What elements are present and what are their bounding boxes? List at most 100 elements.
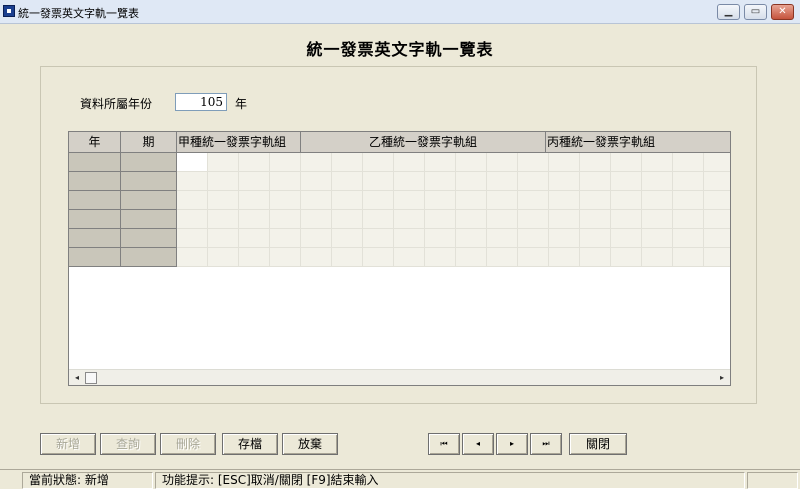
grid-cell[interactable]: [270, 248, 301, 267]
header-group-a[interactable]: 甲種統一發票字軌組: [177, 132, 301, 153]
grid-cell[interactable]: [270, 210, 301, 229]
grid-cell[interactable]: [301, 153, 332, 172]
grid-cell[interactable]: [611, 229, 642, 248]
grid-cell[interactable]: [270, 191, 301, 210]
horizontal-scrollbar[interactable]: ◂ ▸: [69, 369, 730, 385]
grid-cell[interactable]: [301, 210, 332, 229]
last-record-icon[interactable]: ⏭: [530, 433, 562, 455]
grid-cell[interactable]: [208, 172, 239, 191]
first-record-icon[interactable]: ⏮: [428, 433, 460, 455]
scroll-thumb[interactable]: [85, 372, 97, 384]
grid-cell[interactable]: [549, 229, 580, 248]
grid-cell[interactable]: [549, 172, 580, 191]
grid-cell[interactable]: [704, 172, 730, 191]
grid-cell[interactable]: [363, 229, 394, 248]
row-period-cell[interactable]: [121, 210, 177, 229]
row-period-cell[interactable]: [121, 191, 177, 210]
grid-cell[interactable]: [394, 210, 425, 229]
row-year-cell[interactable]: [69, 210, 121, 229]
grid-cell[interactable]: [363, 248, 394, 267]
grid-cell[interactable]: [642, 172, 673, 191]
grid-cell[interactable]: [425, 210, 456, 229]
scroll-left-icon[interactable]: ◂: [72, 372, 82, 384]
grid-cell[interactable]: [580, 153, 611, 172]
row-year-cell[interactable]: [69, 229, 121, 248]
grid-cell[interactable]: [425, 172, 456, 191]
grid-cell[interactable]: [394, 248, 425, 267]
grid-cell[interactable]: [332, 248, 363, 267]
grid-cell[interactable]: [642, 248, 673, 267]
header-group-c[interactable]: 丙種統一發票字軌組: [546, 132, 730, 153]
grid-cell[interactable]: [642, 191, 673, 210]
grid-cell[interactable]: [177, 248, 208, 267]
grid-cell[interactable]: [239, 229, 270, 248]
grid-cell[interactable]: [704, 210, 730, 229]
grid-cell[interactable]: [487, 191, 518, 210]
grid-cell[interactable]: [301, 229, 332, 248]
grid-cell[interactable]: [580, 172, 611, 191]
grid-cell[interactable]: [673, 248, 704, 267]
grid-cell[interactable]: [332, 210, 363, 229]
grid-cell[interactable]: [332, 191, 363, 210]
grid-cell[interactable]: [394, 191, 425, 210]
close-button[interactable]: 關閉: [569, 433, 627, 455]
grid-cell[interactable]: [518, 172, 549, 191]
grid-cell[interactable]: [208, 210, 239, 229]
grid-cell[interactable]: [394, 172, 425, 191]
grid-cell[interactable]: [549, 153, 580, 172]
year-input[interactable]: 105: [175, 93, 227, 111]
grid-cell[interactable]: [456, 210, 487, 229]
grid-cell[interactable]: [239, 210, 270, 229]
grid-cell[interactable]: [363, 210, 394, 229]
grid-cell[interactable]: [549, 248, 580, 267]
row-period-cell[interactable]: [121, 153, 177, 172]
grid-cell[interactable]: [425, 229, 456, 248]
grid-cell[interactable]: [456, 229, 487, 248]
grid-cell[interactable]: [642, 153, 673, 172]
grid-cell[interactable]: [487, 248, 518, 267]
row-year-cell[interactable]: [69, 191, 121, 210]
grid-cell[interactable]: [611, 172, 642, 191]
grid-cell[interactable]: [487, 172, 518, 191]
grid-cell[interactable]: [456, 153, 487, 172]
grid-cell[interactable]: [332, 153, 363, 172]
grid-cell[interactable]: [208, 248, 239, 267]
grid-cell[interactable]: [332, 229, 363, 248]
grid-cell[interactable]: [704, 153, 730, 172]
grid-cell[interactable]: [177, 191, 208, 210]
grid-cell[interactable]: [487, 153, 518, 172]
grid-cell[interactable]: [673, 229, 704, 248]
grid-cell[interactable]: [394, 229, 425, 248]
grid-cell[interactable]: [704, 229, 730, 248]
grid-cell[interactable]: [425, 248, 456, 267]
grid-cell[interactable]: [611, 191, 642, 210]
row-period-cell[interactable]: [121, 229, 177, 248]
grid-cell[interactable]: [549, 191, 580, 210]
grid-cell[interactable]: [611, 248, 642, 267]
discard-button[interactable]: 放棄: [282, 433, 338, 455]
grid-cell[interactable]: [611, 153, 642, 172]
grid-cell[interactable]: [239, 248, 270, 267]
grid-cell[interactable]: [301, 191, 332, 210]
grid-cell[interactable]: [549, 210, 580, 229]
grid-cell[interactable]: [580, 191, 611, 210]
grid-cell[interactable]: [301, 248, 332, 267]
grid-cell[interactable]: [518, 210, 549, 229]
grid-cell[interactable]: [208, 229, 239, 248]
grid-cell[interactable]: [704, 248, 730, 267]
prev-record-icon[interactable]: ◂: [462, 433, 494, 455]
row-year-cell[interactable]: [69, 248, 121, 267]
grid-cell[interactable]: [208, 191, 239, 210]
grid-cell[interactable]: [363, 153, 394, 172]
grid-cell[interactable]: [580, 210, 611, 229]
grid-cell[interactable]: [425, 153, 456, 172]
grid-cell[interactable]: [518, 248, 549, 267]
grid-cell[interactable]: [332, 172, 363, 191]
grid-cell[interactable]: [394, 153, 425, 172]
grid-cell[interactable]: [239, 153, 270, 172]
row-period-cell[interactable]: [121, 248, 177, 267]
grid-cell[interactable]: [487, 210, 518, 229]
grid-cell[interactable]: [611, 210, 642, 229]
grid-cell[interactable]: [518, 153, 549, 172]
save-button[interactable]: 存檔: [222, 433, 278, 455]
